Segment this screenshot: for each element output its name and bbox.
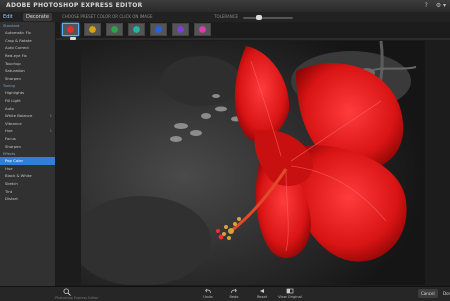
sidebar-item-count: 1: [49, 128, 52, 134]
effect-thumbnail[interactable]: [128, 23, 145, 36]
window-controls: ? ⚙ ▾: [419, 2, 446, 9]
undo-button[interactable]: Undo: [194, 288, 222, 299]
cancel-button[interactable]: Cancel: [418, 289, 438, 298]
effect-thumbnail[interactable]: [150, 23, 167, 36]
sidebar-item[interactable]: Tint: [0, 187, 55, 195]
sidebar-item-label: Hue: [5, 165, 13, 171]
sidebar-item[interactable]: Touchup: [0, 59, 55, 67]
redo-icon: [231, 288, 237, 294]
sidebar-item[interactable]: Distort: [0, 195, 55, 203]
tab-edit[interactable]: Edit: [0, 13, 16, 21]
sidebar-item-label: Hue: [5, 128, 13, 134]
sidebar-item-label: Focus: [5, 136, 16, 142]
effect-thumbnail[interactable]: [62, 23, 79, 36]
hibiscus-image: [81, 41, 425, 285]
reset-label: Reset: [256, 295, 268, 299]
sidebar-item[interactable]: Red-eye Fix: [0, 52, 55, 60]
sidebar-item[interactable]: Crop & Rotate: [0, 37, 55, 45]
sidebar-item-label: Auto Correct: [5, 45, 29, 51]
settings-button[interactable]: ⚙ ▾: [436, 2, 446, 9]
sidebar-item-label: White Balance: [5, 113, 33, 119]
help-button[interactable]: ?: [425, 2, 428, 9]
sidebar-item-label: Fill Light: [5, 98, 21, 104]
sidebar-item[interactable]: Pop Color: [0, 156, 55, 165]
sidebar-item[interactable]: Sketch: [0, 180, 55, 188]
undo-label: Undo: [203, 295, 213, 299]
view-original-button[interactable]: View Original: [276, 288, 304, 299]
sidebar-item[interactable]: Hue: [0, 165, 55, 173]
effect-thumbnail[interactable]: [172, 23, 189, 36]
tab-decorate[interactable]: Decorate: [23, 13, 52, 21]
sidebar-item[interactable]: Hue 1: [0, 127, 55, 135]
tolerance-label: TOLERANCE: [214, 14, 239, 19]
tolerance-slider[interactable]: [243, 15, 293, 20]
sidebar-item[interactable]: Automatic Fix: [0, 29, 55, 37]
sidebar-item-label: Highlights: [5, 90, 25, 96]
sidebar-item-label: Sharpen: [5, 75, 21, 81]
undo-icon: [205, 288, 211, 294]
sidebar-item[interactable]: Saturation: [0, 67, 55, 75]
sidebar-item[interactable]: Black & White: [0, 172, 55, 180]
slider-knob[interactable]: [256, 15, 263, 20]
sidebar-item-label: Distort: [5, 196, 18, 202]
sidebar-item[interactable]: Sharpen: [0, 75, 55, 83]
sidebar-item-label: Black & White: [5, 173, 32, 179]
status-text: Photoshop Express Editor: [55, 296, 99, 300]
effect-thumbnail[interactable]: [84, 23, 101, 36]
canvas-area: [56, 40, 450, 286]
sidebar-item-label: Sharpen: [5, 143, 21, 149]
sidebar-item-label: Automatic Fix: [5, 30, 31, 36]
sidebar-item[interactable]: Sharpen: [0, 142, 55, 150]
reset-icon: [260, 289, 264, 293]
sidebar-item[interactable]: Auto Correct: [0, 44, 55, 52]
effect-thumbnail[interactable]: [106, 23, 123, 36]
sidebar-item-label: Tint: [5, 188, 13, 194]
sidebar-item-count: 1: [49, 113, 52, 119]
app-title: ADOBE PHOTOSHOP EXPRESS EDITOR: [6, 2, 143, 9]
sidebar-item-label: Vibrance: [5, 120, 22, 126]
sidebar-item-label: Touchup: [5, 60, 21, 66]
effect-thumbnail-strip: [56, 22, 450, 38]
redo-button[interactable]: Redo: [220, 288, 248, 299]
effect-thumbnail[interactable]: [194, 23, 211, 36]
done-button[interactable]: Done: [440, 289, 450, 298]
sidebar-item-label: Saturation: [5, 68, 25, 74]
sidebar-item[interactable]: Highlights: [0, 89, 55, 97]
sidebar-item[interactable]: Vibrance: [0, 120, 55, 128]
sidebar-item-label: Crop & Rotate: [5, 37, 32, 43]
sidebar-item[interactable]: Fill Light: [0, 97, 55, 105]
sidebar-item[interactable]: Focus: [0, 135, 55, 143]
bottom-toolbar: Photoshop Express Editor Undo Redo Reset…: [0, 286, 450, 301]
sidebar-item-label: Auto: [5, 105, 14, 111]
compare-icon: [286, 288, 294, 294]
reset-button[interactable]: Reset: [248, 288, 276, 299]
redo-label: Redo: [229, 295, 239, 299]
sidebar: Standard Automatic Fix Crop & Rotate Auto C…: [0, 22, 56, 286]
sidebar-item[interactable]: Auto: [0, 104, 55, 112]
sidebar-item[interactable]: White Balance 1: [0, 112, 55, 120]
zoom-icon[interactable]: [63, 288, 71, 296]
sidebar-item-label: Sketch: [5, 180, 18, 186]
color-swatches: [129, 14, 194, 29]
sidebar-item-label: Pop Color: [5, 158, 24, 164]
photo-hibiscus[interactable]: [81, 41, 425, 285]
sidebar-item-label: Red-eye Fix: [5, 53, 27, 59]
view-original-label: View Original: [278, 295, 302, 299]
